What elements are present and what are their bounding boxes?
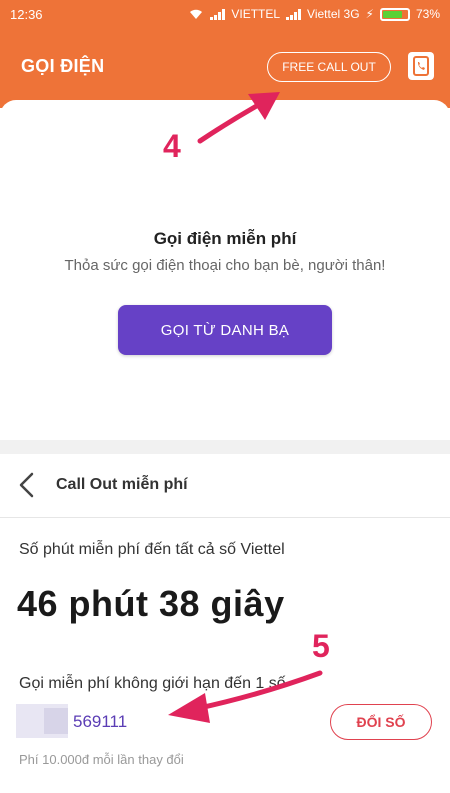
viettel-minutes-label: Số phút miễn phí đến tất cả số Viettel xyxy=(19,541,285,558)
annotation-label-4: 4 xyxy=(163,128,181,164)
battery-percent: 73% xyxy=(415,7,440,21)
back-chevron-icon[interactable] xyxy=(14,470,40,500)
wifi-icon xyxy=(190,9,203,19)
change-fee-note: Phí 10.000đ mỗi lần thay đổi xyxy=(19,752,184,767)
contact-book-icon[interactable] xyxy=(408,52,434,80)
annotation-arrow-4 xyxy=(197,92,280,144)
charging-icon: ⚡ xyxy=(365,7,374,21)
free-call-subheading: Thỏa sức gọi điện thoại cho bạn bè, ngườ… xyxy=(64,257,386,274)
favorite-phone-number: 569111 xyxy=(73,712,128,731)
annotation-label-5: 5 xyxy=(312,628,330,664)
change-number-button[interactable]: ĐỔI SỐ xyxy=(330,704,432,740)
call-from-contacts-button[interactable]: GỌI TỪ DANH BẠ xyxy=(118,305,332,355)
free-call-card: Gọi điện miễn phí Thỏa sức gọi điện thoạ… xyxy=(0,100,450,440)
battery-icon xyxy=(379,7,410,21)
free-call-out-button[interactable]: FREE CALL OUT xyxy=(267,52,391,82)
callout-header: Call Out miễn phí xyxy=(0,454,450,518)
carrier-2: Viettel 3G xyxy=(307,7,360,21)
signal-icon-2 xyxy=(286,8,302,20)
remaining-minutes: 46 phút 38 giây xyxy=(17,583,285,624)
callout-title: Call Out miễn phí xyxy=(56,476,188,493)
carrier-1: VIETTEL xyxy=(231,7,281,21)
free-call-heading: Gọi điện miễn phí xyxy=(153,229,297,248)
blurred-number-prefix xyxy=(16,704,68,738)
status-bar: 12:36 VIETTEL Viettel 3G ⚡ 73% xyxy=(0,0,450,28)
signal-icon xyxy=(210,8,226,20)
status-right: VIETTEL Viettel 3G ⚡ 73% xyxy=(188,7,440,21)
page-title: GỌI ĐIỆN xyxy=(21,56,105,76)
status-time: 12:36 xyxy=(10,6,43,22)
annotation-arrow-5 xyxy=(168,670,323,723)
phone-book-icon xyxy=(413,56,429,76)
section-divider xyxy=(0,440,450,454)
